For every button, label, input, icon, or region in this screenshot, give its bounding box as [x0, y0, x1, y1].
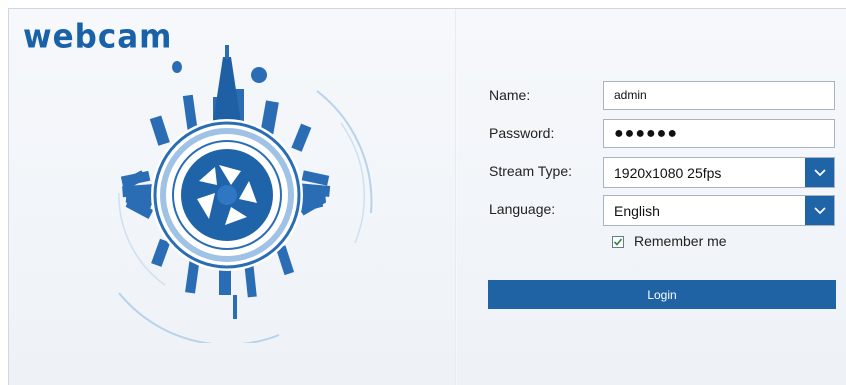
login-button[interactable]: Login: [488, 280, 836, 309]
camera-aperture-illustration: [118, 45, 373, 343]
language-label: Language:: [489, 201, 556, 217]
chevron-down-icon[interactable]: [805, 158, 834, 187]
language-select[interactable]: English: [603, 195, 835, 226]
stream-type-label: Stream Type:: [489, 163, 573, 179]
language-row: Language: English: [487, 195, 839, 226]
name-label: Name:: [489, 87, 531, 103]
chevron-down-icon[interactable]: [805, 196, 834, 225]
language-value: English: [614, 203, 660, 219]
stream-type-select[interactable]: 1920x1080 25fps: [603, 157, 835, 188]
login-window: webcam Name: admin Password: ●●●●●● Stre…: [8, 8, 846, 385]
branding-panel: webcam: [9, 9, 455, 385]
password-input[interactable]: ●●●●●●: [603, 119, 835, 148]
stream-type-row: Stream Type: 1920x1080 25fps: [487, 157, 839, 188]
password-row: Password: ●●●●●●: [487, 119, 839, 150]
name-row: Name: admin: [487, 81, 839, 112]
password-label: Password:: [489, 125, 555, 141]
checkmark-icon: [613, 238, 623, 246]
remember-me-row: Remember me: [487, 233, 839, 265]
remember-me-label[interactable]: Remember me: [634, 233, 727, 249]
name-input[interactable]: admin: [603, 81, 835, 110]
panel-divider: [455, 9, 457, 385]
remember-me-checkbox[interactable]: [612, 236, 624, 248]
login-form: Name: admin Password: ●●●●●● Stream Type…: [487, 81, 839, 265]
stream-type-value: 1920x1080 25fps: [614, 165, 722, 181]
